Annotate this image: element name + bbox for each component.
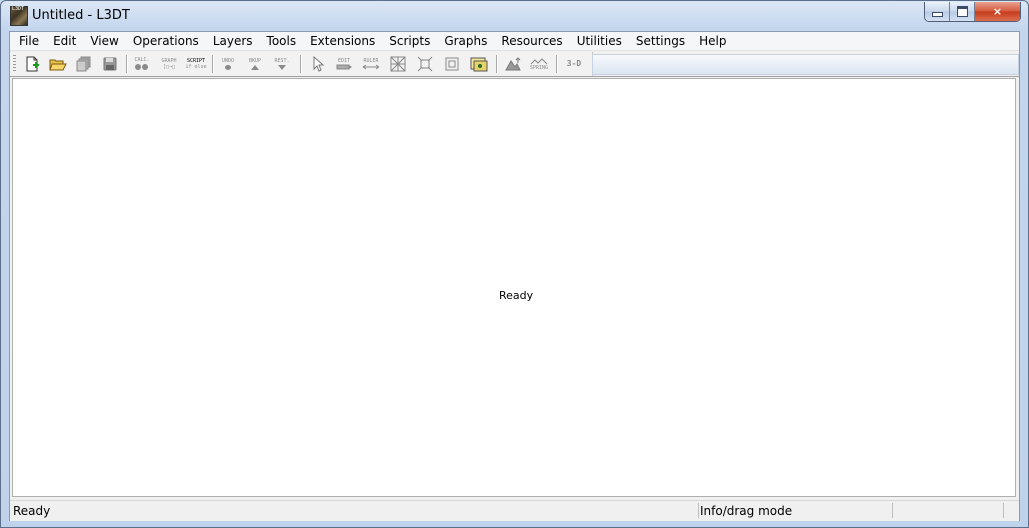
stacked-pages-icon — [76, 56, 91, 72]
backup-icon: BKUP — [249, 58, 261, 70]
l3dt-app-icon[interactable]: L3DT — [10, 6, 28, 26]
mesh-button[interactable] — [387, 54, 409, 74]
gears-icon — [135, 64, 148, 70]
window-controls: × — [924, 2, 1021, 22]
script-icon: SCRIPT if else — [185, 58, 207, 70]
client-area: File Edit View Operations Layers Tools E… — [9, 31, 1020, 521]
ruler-icon: RULER — [362, 58, 380, 70]
graph-icon: GRAPH [□→□ — [161, 58, 177, 70]
restore-button[interactable]: REST. — [271, 54, 293, 74]
menu-view[interactable]: View — [83, 32, 125, 51]
maximize-icon — [956, 6, 968, 17]
three-d-view-button[interactable]: 3-D — [563, 54, 585, 74]
edit-icon: EDIT — [336, 58, 352, 70]
double-arrow-icon — [362, 64, 380, 70]
fit-view-icon — [445, 57, 459, 71]
ruler-button[interactable]: RULER — [360, 54, 382, 74]
status-bar: Ready Info/drag mode — [10, 500, 1019, 521]
minimize-button[interactable] — [925, 2, 950, 21]
menu-file[interactable]: File — [12, 32, 46, 51]
toolbar-separator — [556, 55, 558, 73]
mountain-arrows-icon — [505, 57, 521, 71]
toolbar-grip[interactable] — [13, 55, 16, 73]
pointer-arrow-icon — [313, 56, 325, 72]
app-window: L3DT Untitled - L3DT × File Edit View Op… — [0, 0, 1029, 528]
status-panel-divider — [892, 503, 893, 518]
open-button[interactable] — [47, 54, 69, 74]
undo-button[interactable]: UNDO — [217, 54, 239, 74]
floppy-disk-icon — [103, 57, 117, 71]
menu-extensions[interactable]: Extensions — [303, 32, 382, 51]
toolbar: CALC. GRAPH [□→□ SCRIPT if else UNDO BKU… — [10, 52, 1019, 77]
toolbar-separator — [300, 55, 302, 73]
status-panel-divider — [1003, 503, 1004, 518]
spring-button[interactable]: SPRING — [528, 54, 550, 74]
toolbar-separator — [212, 55, 214, 73]
status-ready: Ready — [13, 504, 51, 518]
minimize-icon — [931, 12, 943, 17]
menu-scripts[interactable]: Scripts — [382, 32, 437, 51]
calc-icon: CALC. — [134, 57, 150, 71]
menu-graphs[interactable]: Graphs — [437, 32, 494, 51]
preview-button[interactable] — [468, 54, 490, 74]
fit-view-button[interactable] — [441, 54, 463, 74]
status-mode: Info/drag mode — [700, 504, 793, 518]
script-button[interactable]: SCRIPT if else — [185, 54, 207, 74]
calc-button[interactable]: CALC. — [131, 54, 153, 74]
menu-settings[interactable]: Settings — [629, 32, 692, 51]
mesh-icon — [390, 56, 406, 72]
window-title: Untitled - L3DT — [32, 8, 130, 23]
menu-tools[interactable]: Tools — [260, 32, 304, 51]
edit-button[interactable]: EDIT — [333, 54, 355, 74]
close-button[interactable]: × — [975, 2, 1020, 21]
toolbar-empty-band — [592, 54, 1019, 75]
zoom-extent-icon — [417, 56, 433, 72]
new-map-button[interactable] — [21, 54, 43, 74]
undo-icon: UNDO — [222, 58, 234, 70]
new-document-icon — [26, 56, 39, 72]
menu-help[interactable]: Help — [692, 32, 733, 51]
save-button[interactable] — [99, 54, 121, 74]
pointer-button[interactable] — [307, 54, 329, 74]
open-folder-icon — [49, 59, 67, 71]
close-icon: × — [992, 5, 1003, 18]
pencil-icon — [336, 64, 352, 70]
restore-icon: REST. — [274, 58, 290, 70]
maximize-button[interactable] — [950, 2, 975, 21]
status-panel-divider — [698, 503, 699, 518]
toolbar-separator — [496, 55, 498, 73]
spring-wave-icon — [530, 57, 548, 64]
menu-layers[interactable]: Layers — [206, 32, 260, 51]
toolbar-separator — [126, 55, 128, 73]
menu-bar: File Edit View Operations Layers Tools E… — [10, 32, 1019, 51]
preview-window-icon — [470, 57, 488, 72]
graph-button[interactable]: GRAPH [□→□ — [158, 54, 180, 74]
toolbar-strip: CALC. GRAPH [□→□ SCRIPT if else UNDO BKU… — [10, 52, 593, 76]
menu-operations[interactable]: Operations — [126, 32, 206, 51]
menu-resources[interactable]: Resources — [494, 32, 569, 51]
menu-utilities[interactable]: Utilities — [570, 32, 629, 51]
map-view-canvas[interactable]: Ready — [12, 78, 1016, 497]
climate-button[interactable] — [502, 54, 524, 74]
backup-button[interactable]: BKUP — [244, 54, 266, 74]
three-d-label: 3-D — [566, 59, 582, 68]
menu-edit[interactable]: Edit — [46, 32, 83, 51]
zoom-extent-button[interactable] — [414, 54, 436, 74]
spring-icon: SPRING — [530, 57, 548, 71]
save-all-button[interactable] — [73, 54, 95, 74]
canvas-status-text: Ready — [499, 289, 534, 302]
title-bar[interactable]: L3DT Untitled - L3DT × — [1, 1, 1028, 31]
